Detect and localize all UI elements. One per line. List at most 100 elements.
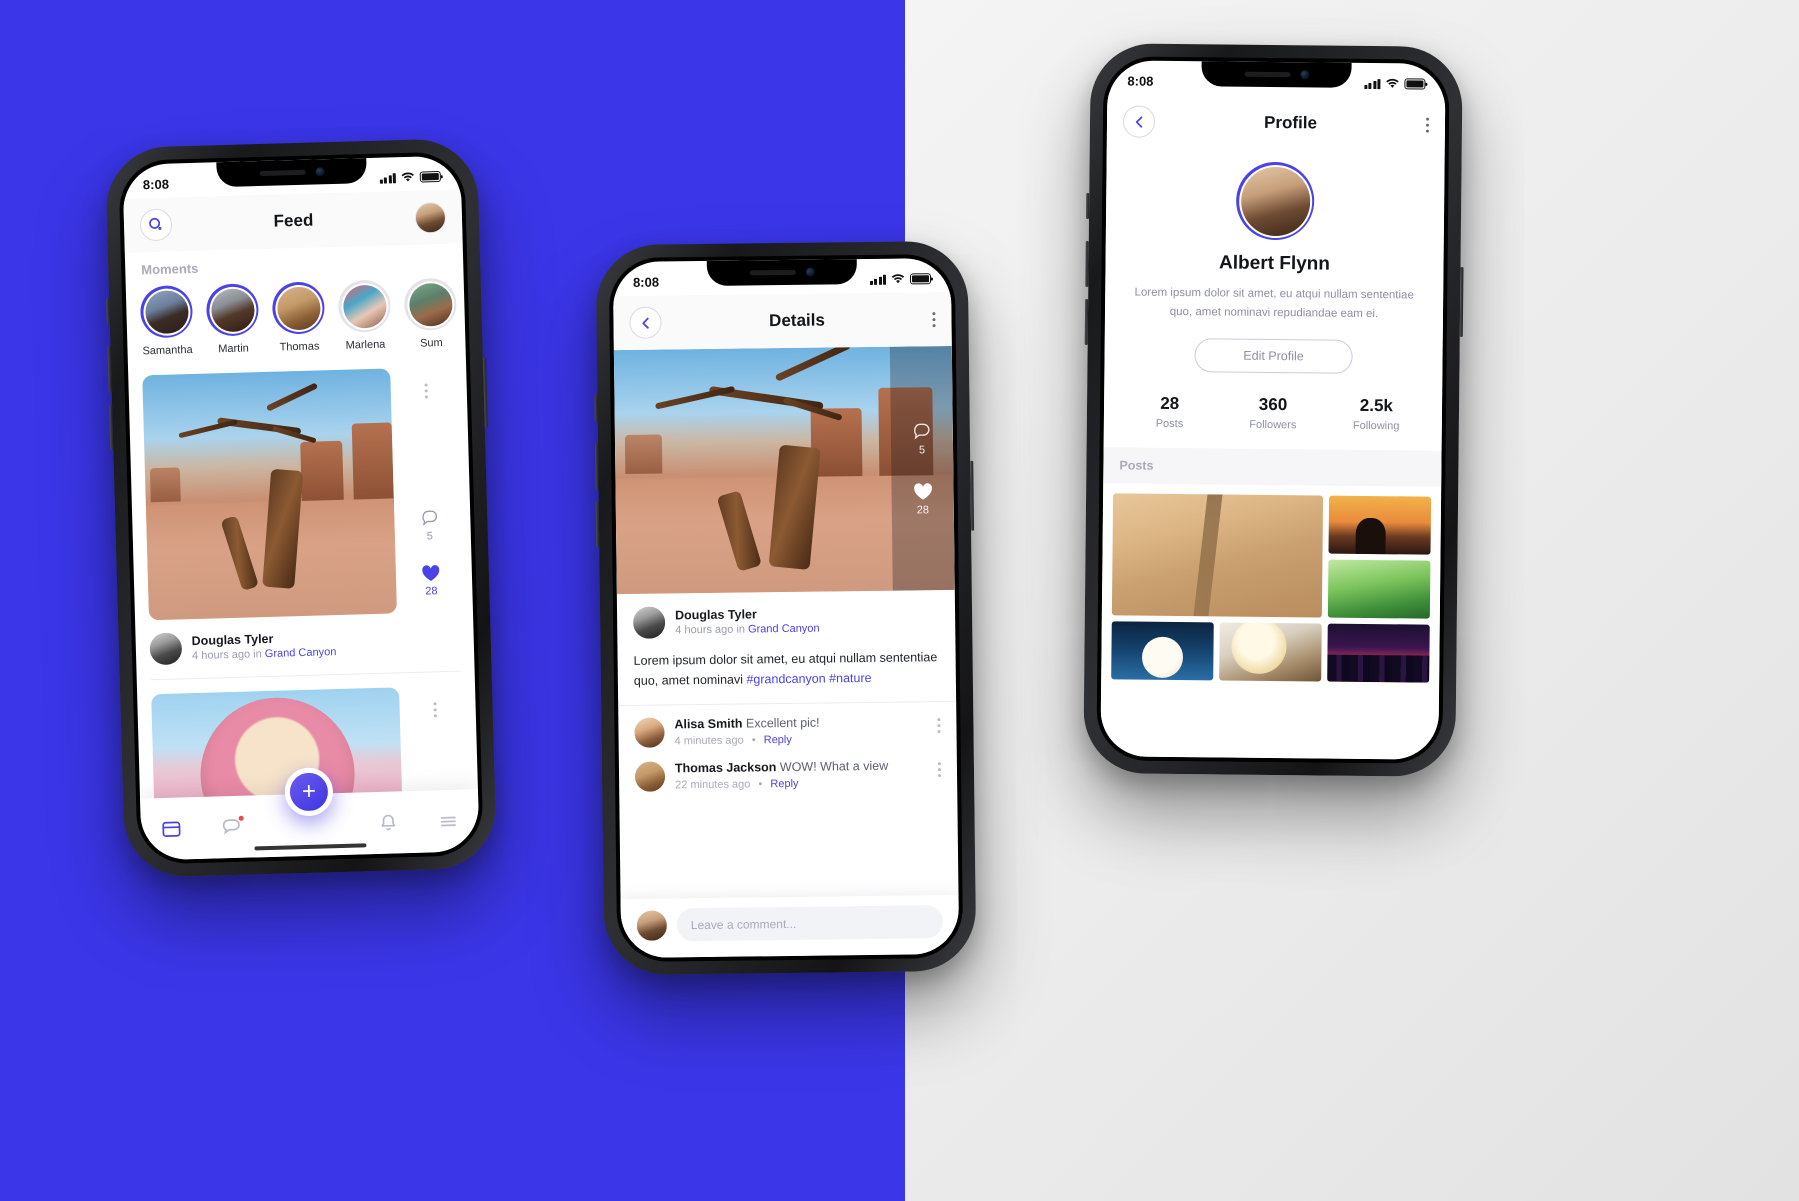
comment-body: Thomas Jackson WOW! What a view xyxy=(675,758,928,776)
post-thumb-sunset-person[interactable] xyxy=(1328,495,1432,555)
comment-count: 5 xyxy=(918,443,926,456)
post-author[interactable]: Douglas Tyler 4 hours ago in Grand Canyo… xyxy=(149,612,461,680)
moment-ring xyxy=(403,277,458,332)
post-thumb-green-field[interactable] xyxy=(1327,559,1431,619)
comment-meta: 22 minutes ago • Reply xyxy=(675,776,928,792)
commenter-avatar[interactable] xyxy=(634,717,665,748)
earpiece-speaker xyxy=(259,169,306,177)
post-photo[interactable] xyxy=(142,368,397,621)
phone-device-details: 8:08 Details 5 28 Douglas Tyler 4 hours … xyxy=(594,240,977,976)
volume-up-button xyxy=(594,443,599,490)
moment-item[interactable]: Thomas xyxy=(271,281,326,354)
edit-profile-label: Edit Profile xyxy=(1243,348,1304,364)
moment-ring xyxy=(271,281,326,335)
moment-avatar xyxy=(342,284,387,329)
moment-item[interactable]: Sum xyxy=(403,277,458,350)
comment-separator: • xyxy=(758,778,763,791)
like-button[interactable]: 28 xyxy=(421,564,442,598)
battery-icon xyxy=(909,273,932,285)
feed-post-1: 5 28 Douglas Tyler 4 hours ago in Grand … xyxy=(142,367,460,680)
reply-link[interactable]: Reply xyxy=(764,734,792,746)
cellular-signal-icon xyxy=(379,172,396,184)
post-thumb-desert-road[interactable] xyxy=(1111,493,1324,618)
comment-text: Excellent pic! xyxy=(742,715,820,731)
post-meta: 4 hours ago in Grand Canyon xyxy=(192,646,337,662)
comment-composer: Leave a comment... xyxy=(620,894,960,959)
moment-name: Samantha xyxy=(142,343,193,358)
commenter-name[interactable]: Thomas Jackson xyxy=(675,760,777,775)
device-notch xyxy=(216,158,367,188)
stat-value: 2.5k xyxy=(1359,395,1394,416)
post-location-link[interactable]: Grand Canyon xyxy=(265,646,337,660)
battery-icon xyxy=(1404,78,1426,90)
volume-up-button xyxy=(1085,241,1089,288)
back-button[interactable] xyxy=(629,306,662,339)
moment-item[interactable]: Martin xyxy=(205,283,260,355)
kebab-menu-icon[interactable] xyxy=(432,702,437,718)
profile-name: Albert Flynn xyxy=(1219,252,1331,275)
kebab-menu-icon[interactable] xyxy=(937,762,942,778)
posts-grid[interactable] xyxy=(1101,493,1441,683)
mute-switch xyxy=(1085,193,1090,220)
commenter-avatar[interactable] xyxy=(634,761,666,792)
chevron-left-icon xyxy=(641,317,649,329)
comment-input[interactable]: Leave a comment... xyxy=(676,905,944,942)
feed-screen: 8:08 Feed Moments Samantha Martin Thomas… xyxy=(122,155,480,861)
posts-grid-wrap xyxy=(1101,483,1441,683)
tab-feed[interactable] xyxy=(160,818,182,840)
comment-button[interactable]: 5 xyxy=(420,508,440,543)
details-photo[interactable]: 5 28 xyxy=(613,345,955,595)
moment-ring xyxy=(205,283,260,337)
moment-item[interactable]: Samantha xyxy=(139,284,194,358)
kebab-menu-icon[interactable] xyxy=(1425,117,1430,133)
kebab-menu-icon[interactable] xyxy=(937,718,941,734)
kebab-menu-icon[interactable] xyxy=(932,311,936,327)
like-count: 28 xyxy=(916,503,930,516)
stat-item[interactable]: 28 Posts xyxy=(1118,393,1222,430)
feed-content: Moments Samantha Martin Thomas Marlena Sum 5 xyxy=(122,155,479,860)
reply-link[interactable]: Reply xyxy=(770,778,798,790)
back-button[interactable] xyxy=(1122,105,1156,138)
cellular-signal-icon xyxy=(1363,78,1381,89)
author-avatar xyxy=(149,632,183,666)
comment-separator: • xyxy=(751,734,756,747)
commenter-name[interactable]: Alisa Smith xyxy=(674,717,742,732)
comment-button[interactable]: 5 xyxy=(912,421,932,456)
profile-large-avatar[interactable] xyxy=(1235,161,1315,241)
tab-menu[interactable] xyxy=(438,810,460,832)
bio-line-2: quo, amet nominavi repudiandae eam ei. xyxy=(1169,305,1379,321)
edit-profile-button[interactable]: Edit Profile xyxy=(1194,338,1353,374)
phone-device-feed: 8:08 Feed Moments Samantha Martin Thomas… xyxy=(104,137,498,879)
caption-hashtags[interactable]: #grandcanyon #nature xyxy=(746,671,871,687)
volume-down-button xyxy=(1084,299,1089,346)
details-author[interactable]: Douglas Tyler 4 hours ago in Grand Canyo… xyxy=(617,590,956,649)
moment-item[interactable]: Marlena xyxy=(337,279,392,352)
details-screen: 8:08 Details 5 28 Douglas Tyler 4 hours … xyxy=(612,257,960,959)
comment-item-1: Alisa Smith Excellent pic! 4 minutes ago… xyxy=(618,702,957,752)
front-camera xyxy=(1299,70,1310,80)
like-button[interactable]: 28 xyxy=(912,482,933,516)
stat-item[interactable]: 360 Followers xyxy=(1221,394,1325,431)
stat-item[interactable]: 2.5k Following xyxy=(1324,395,1428,432)
moments-list[interactable]: Samantha Martin Thomas Marlena Sum xyxy=(126,277,466,357)
tab-notifications[interactable] xyxy=(378,812,400,834)
add-post-icon: + xyxy=(301,777,317,806)
moment-avatar xyxy=(408,282,453,327)
like-count: 28 xyxy=(425,585,438,598)
post-location-link[interactable]: Grand Canyon xyxy=(748,623,820,636)
post-actions-rail-2 xyxy=(406,686,463,719)
stat-value: 360 xyxy=(1258,394,1288,415)
comment-meta: 4 minutes ago • Reply xyxy=(675,732,928,747)
kebab-menu-icon[interactable] xyxy=(424,383,428,399)
mute-switch xyxy=(106,298,110,325)
moment-avatar xyxy=(210,287,255,332)
post-thumb-city-night[interactable] xyxy=(1327,623,1430,683)
page-title: Details xyxy=(768,310,825,331)
post-thumb-breakfast[interactable] xyxy=(1219,622,1322,682)
post-thumb-moon[interactable] xyxy=(1111,621,1214,681)
earpiece-speaker xyxy=(749,269,796,276)
tab-messages[interactable] xyxy=(220,814,245,838)
profile-stats: 28 Posts 360 Followers 2.5k Following xyxy=(1104,393,1442,433)
phone-device-profile: 8:08 Profile Albert Flynn Lorem ipsum do… xyxy=(1083,43,1464,777)
volume-down-button xyxy=(109,404,114,451)
